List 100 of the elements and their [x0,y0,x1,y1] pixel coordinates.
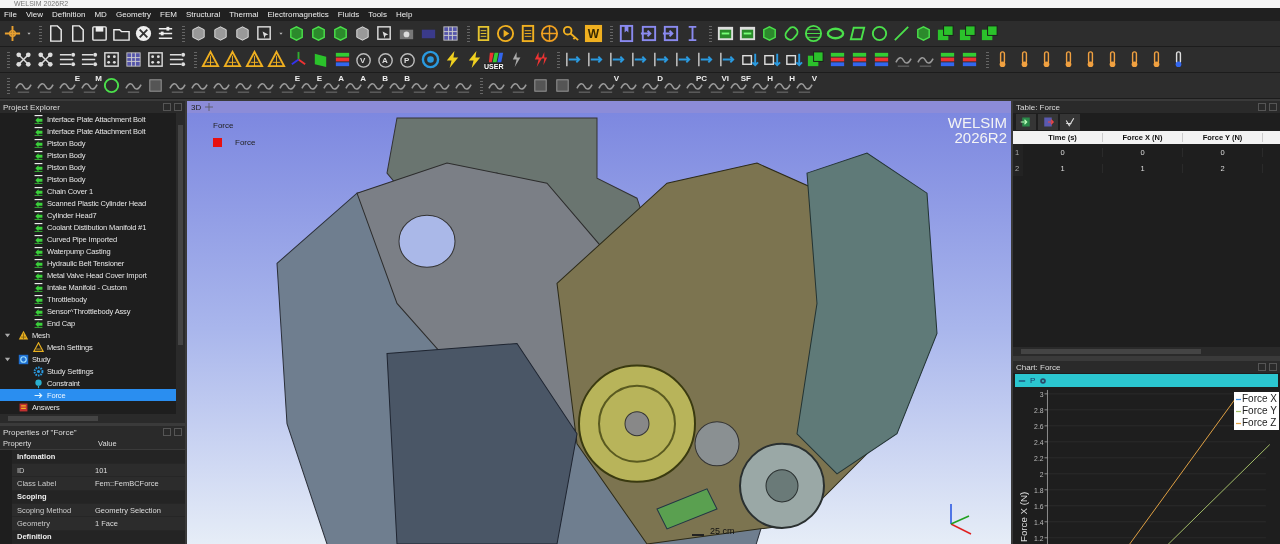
select-box-icon[interactable] [255,24,274,43]
globe-icon[interactable] [540,24,559,43]
mesh-triangle-icon[interactable] [267,50,286,69]
flow-lines-icon[interactable] [58,50,77,69]
bookmark-icon[interactable] [617,24,636,43]
letter-tile-icon[interactable]: W [584,24,603,43]
toolbar-grip[interactable] [557,51,560,68]
arrow-icon[interactable] [564,50,583,69]
toolbar-grip[interactable] [610,25,613,42]
toolbar-grip[interactable] [986,51,989,68]
scrollbar[interactable] [0,414,185,423]
arrow-icon[interactable] [696,50,715,69]
node-graph-icon[interactable] [36,50,55,69]
overlapping-squares-icon[interactable] [980,24,999,43]
square-icon[interactable] [531,76,550,95]
gear-icon[interactable] [1039,376,1048,385]
key-icon[interactable] [562,24,581,43]
mesh-triangle-icon[interactable] [245,50,264,69]
line-icon[interactable] [892,24,911,43]
cube-icon[interactable] [331,24,350,43]
scrollbar[interactable] [176,113,185,414]
toolbar-grip[interactable] [194,51,197,68]
color-stack-icon[interactable] [938,50,957,69]
ball-icon[interactable] [134,24,153,43]
cylinder-icon[interactable] [782,24,801,43]
menu-item[interactable]: Definition [52,10,86,19]
save-icon[interactable] [90,24,109,43]
cube-icon[interactable] [760,24,779,43]
cube-icon[interactable] [211,24,230,43]
menu-item[interactable]: Tools [368,10,387,19]
color-stack-icon[interactable] [850,50,869,69]
menu-item[interactable]: Electromagnetics [267,10,329,19]
mesh-triangle-icon[interactable] [201,50,220,69]
flow-lines-icon[interactable] [168,50,187,69]
expand-arrow-icon[interactable] [4,331,11,339]
panel-arrow-icon[interactable] [716,24,735,43]
square-icon[interactable] [553,76,572,95]
box-arrow-icon[interactable] [661,24,680,43]
overlapping-squares-icon[interactable] [806,50,825,69]
add-row-icon[interactable] [1016,114,1036,130]
cube-icon[interactable] [233,24,252,43]
color-stack-icon[interactable] [872,50,891,69]
dots-square-icon[interactable] [102,50,121,69]
menu-item[interactable]: Geometry [115,10,152,19]
toolbar-grip[interactable] [182,25,185,42]
crosshair-icon[interactable] [3,24,22,43]
grid-icon[interactable] [441,24,460,43]
overlapping-squares-icon[interactable] [958,24,977,43]
cube-icon[interactable] [309,24,328,43]
color-stack-icon[interactable] [960,50,979,69]
toolbar-grip[interactable] [39,25,42,42]
node-graph-icon[interactable] [14,50,33,69]
arrow-icon[interactable] [718,50,737,69]
mesh-triangle-icon[interactable] [223,50,242,69]
menu-item[interactable]: Structural [185,10,221,19]
arrow-icon[interactable] [674,50,693,69]
cube-icon[interactable] [914,24,933,43]
toolbar-grip[interactable] [480,77,483,94]
lettered-circle-icon[interactable]: A [377,50,396,69]
menu-item[interactable]: Help [395,10,413,19]
arrow-icon[interactable] [630,50,649,69]
menu-item[interactable]: File [4,10,17,19]
sphere-icon[interactable] [804,24,823,43]
expand-arrow-icon[interactable] [4,355,11,363]
lettered-circle-icon[interactable]: P [399,50,418,69]
color-stack-icon[interactable] [333,50,352,69]
arrow-icon[interactable] [608,50,627,69]
toolbar-grip[interactable] [7,51,10,68]
cube-icon[interactable] [353,24,372,43]
arrow-icon[interactable] [652,50,671,69]
lettered-circle-icon[interactable]: V [355,50,374,69]
square-icon[interactable] [146,76,165,95]
play-icon[interactable] [496,24,515,43]
panel-arrow-icon[interactable] [738,24,757,43]
dots-square-icon[interactable] [146,50,165,69]
scrollbar[interactable] [1013,347,1280,356]
box-arrow-icon[interactable] [639,24,658,43]
toolbar-grip[interactable] [467,25,470,42]
grid-icon[interactable] [124,50,143,69]
arrow-icon[interactable] [586,50,605,69]
menu-item[interactable]: View [25,10,44,19]
menu-item[interactable]: MD [94,10,107,19]
circle-icon[interactable] [870,24,889,43]
menu-item[interactable]: Fluids [337,10,360,19]
view-tab[interactable]: 3D [191,102,202,112]
cube-icon[interactable] [189,24,208,43]
toolbar-grip[interactable] [7,77,10,94]
menu-item[interactable]: FEM [160,10,177,19]
brush-icon[interactable] [1060,114,1080,130]
toolbar-letter[interactable]: P [1030,376,1036,385]
target-icon[interactable] [421,50,440,69]
select-box-icon[interactable] [375,24,394,43]
flow-lines-icon[interactable] [80,50,99,69]
circle-icon[interactable] [102,76,121,95]
toolbar-grip[interactable] [709,25,712,42]
cube-icon[interactable] [287,24,306,43]
color-stack-icon[interactable] [828,50,847,69]
parallelogram-icon[interactable] [848,24,867,43]
overlapping-squares-icon[interactable] [936,24,955,43]
menu-item[interactable]: Thermal [229,10,259,19]
